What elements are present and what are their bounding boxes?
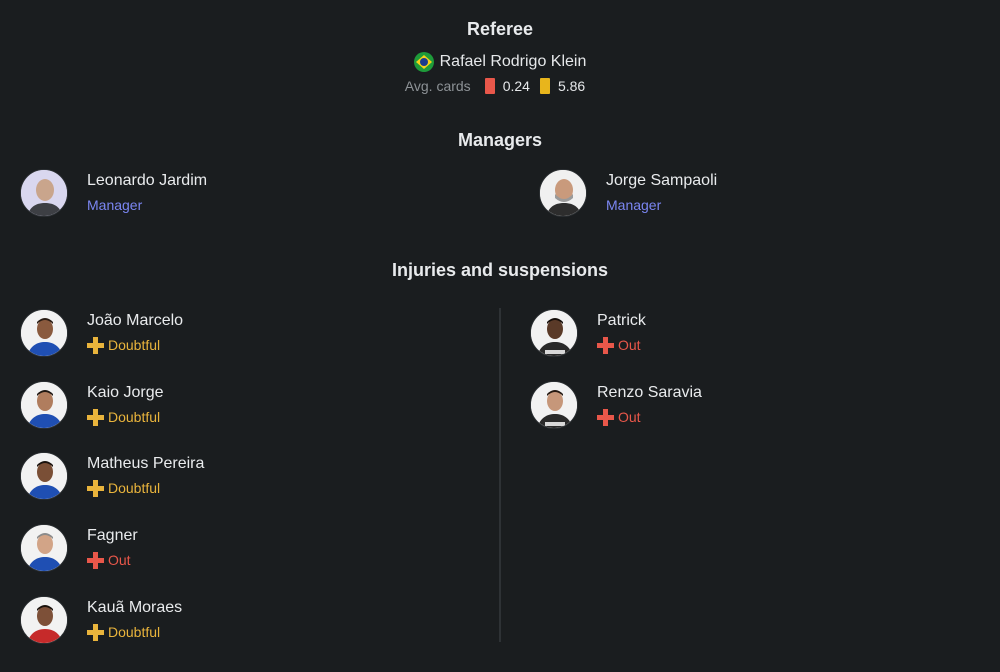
player-name: Matheus Pereira	[87, 455, 205, 472]
status-label: Out	[618, 337, 641, 353]
yellow-card-avg: 5.86	[557, 78, 586, 94]
manager-role: Manager	[606, 197, 662, 213]
red-card-avg: 0.24	[502, 78, 530, 94]
avatar	[530, 381, 578, 429]
avatar	[20, 169, 68, 217]
player-status: Out	[597, 334, 646, 356]
referee-cards: Avg. cards 0.24 5.86	[0, 78, 1000, 94]
doubtful-cross-icon	[87, 336, 104, 354]
player-status: Doubtful	[87, 621, 182, 643]
status-label: Doubtful	[108, 409, 161, 425]
injury-item[interactable]: Matheus Pereira Doubtful	[20, 452, 204, 500]
brazil-flag-icon	[413, 52, 434, 72]
avatar	[20, 309, 68, 357]
player-status: Out	[597, 406, 702, 428]
avatar	[539, 169, 587, 217]
player-name: Patrick	[597, 312, 646, 329]
status-label: Out	[108, 552, 131, 568]
avatar	[20, 596, 68, 644]
status-label: Doubtful	[108, 337, 161, 353]
injury-item[interactable]: Fagner Out	[20, 524, 138, 572]
doubtful-cross-icon	[87, 479, 104, 497]
injury-item[interactable]: Renzo Saravia Out	[530, 381, 702, 429]
player-status: Doubtful	[87, 406, 164, 428]
status-label: Out	[618, 409, 641, 425]
referee-row: Rafael Rodrigo Klein	[0, 52, 1000, 72]
manager-home[interactable]: Leonardo Jardim Manager	[20, 169, 207, 217]
managers-title: Managers	[457, 130, 543, 150]
injury-item[interactable]: Kauã Moraes Doubtful	[20, 596, 182, 644]
status-label: Doubtful	[108, 624, 161, 640]
player-status: Out	[87, 549, 138, 571]
manager-name: Jorge Sampaoli	[606, 172, 718, 189]
doubtful-cross-icon	[87, 623, 104, 641]
avatar	[20, 381, 68, 429]
player-name: Fagner	[87, 527, 138, 544]
manager-role: Manager	[87, 197, 143, 213]
avatar	[20, 452, 68, 500]
column-divider	[499, 308, 501, 642]
injury-item[interactable]: João Marcelo Doubtful	[20, 309, 183, 357]
player-status: Doubtful	[87, 477, 204, 499]
player-name: Renzo Saravia	[597, 384, 702, 401]
status-label: Doubtful	[108, 480, 161, 496]
avatar	[530, 309, 578, 357]
player-status: Doubtful	[87, 334, 183, 356]
manager-away[interactable]: Jorge Sampaoli Manager	[539, 169, 717, 217]
player-name: Kauã Moraes	[87, 599, 183, 616]
referee-name[interactable]: Rafael Rodrigo Klein	[440, 53, 587, 71]
player-name: João Marcelo	[87, 312, 184, 329]
yellow-card-icon	[539, 78, 550, 94]
injury-item[interactable]: Patrick Out	[530, 309, 646, 357]
out-cross-icon	[597, 408, 614, 426]
red-card-icon	[484, 78, 495, 94]
doubtful-cross-icon	[87, 408, 104, 426]
player-name: Kaio Jorge	[87, 384, 164, 401]
avatar	[20, 524, 68, 572]
avg-cards-label: Avg. cards	[404, 78, 471, 94]
injuries-title: Injuries and suspensions	[391, 260, 609, 280]
out-cross-icon	[597, 336, 614, 354]
referee-title: Referee	[466, 19, 534, 39]
out-cross-icon	[87, 551, 104, 569]
manager-name: Leonardo Jardim	[87, 172, 208, 189]
injury-item[interactable]: Kaio Jorge Doubtful	[20, 381, 164, 429]
